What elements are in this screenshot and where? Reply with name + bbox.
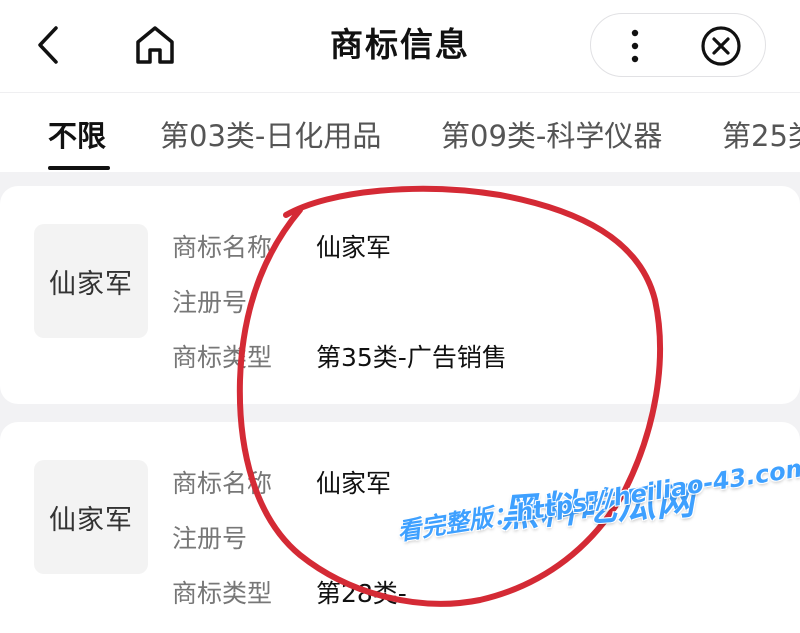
close-circle-icon[interactable]: [699, 24, 743, 68]
tab-class-09[interactable]: 第09类-科学仪器: [441, 113, 662, 155]
name-label: 商标名称: [172, 469, 273, 498]
active-tab-indicator: [48, 166, 110, 170]
trademark-logo: 仙家军: [34, 460, 148, 574]
tab-class-25[interactable]: 第25类: [722, 113, 800, 155]
category-tabs: 不限 第03类-日化用品 第09类-科学仪器 第25类: [0, 92, 800, 172]
tab-all[interactable]: 不限: [48, 113, 106, 155]
trademark-logo: 仙家军: [34, 224, 148, 338]
type-label: 商标类型: [172, 579, 273, 608]
tab-class-03[interactable]: 第03类-日化用品: [160, 113, 381, 155]
name-value: 仙家军: [316, 233, 392, 262]
trademark-card[interactable]: 仙家军 商标名称 仙家军 注册号 商标类型 第35类-广告销售: [0, 186, 800, 404]
name-value: 仙家军: [316, 469, 392, 498]
header-bar: 商标信息: [0, 0, 800, 92]
reg-number-label: 注册号: [172, 288, 248, 317]
type-value: 第35类-广告销售: [316, 343, 507, 372]
name-label: 商标名称: [172, 233, 273, 262]
reg-number-label: 注册号: [172, 524, 248, 553]
mini-program-capsule: [590, 13, 766, 77]
more-vertical-icon[interactable]: [625, 26, 645, 66]
type-label: 商标类型: [172, 343, 273, 372]
type-value: 第28类-: [316, 579, 407, 608]
